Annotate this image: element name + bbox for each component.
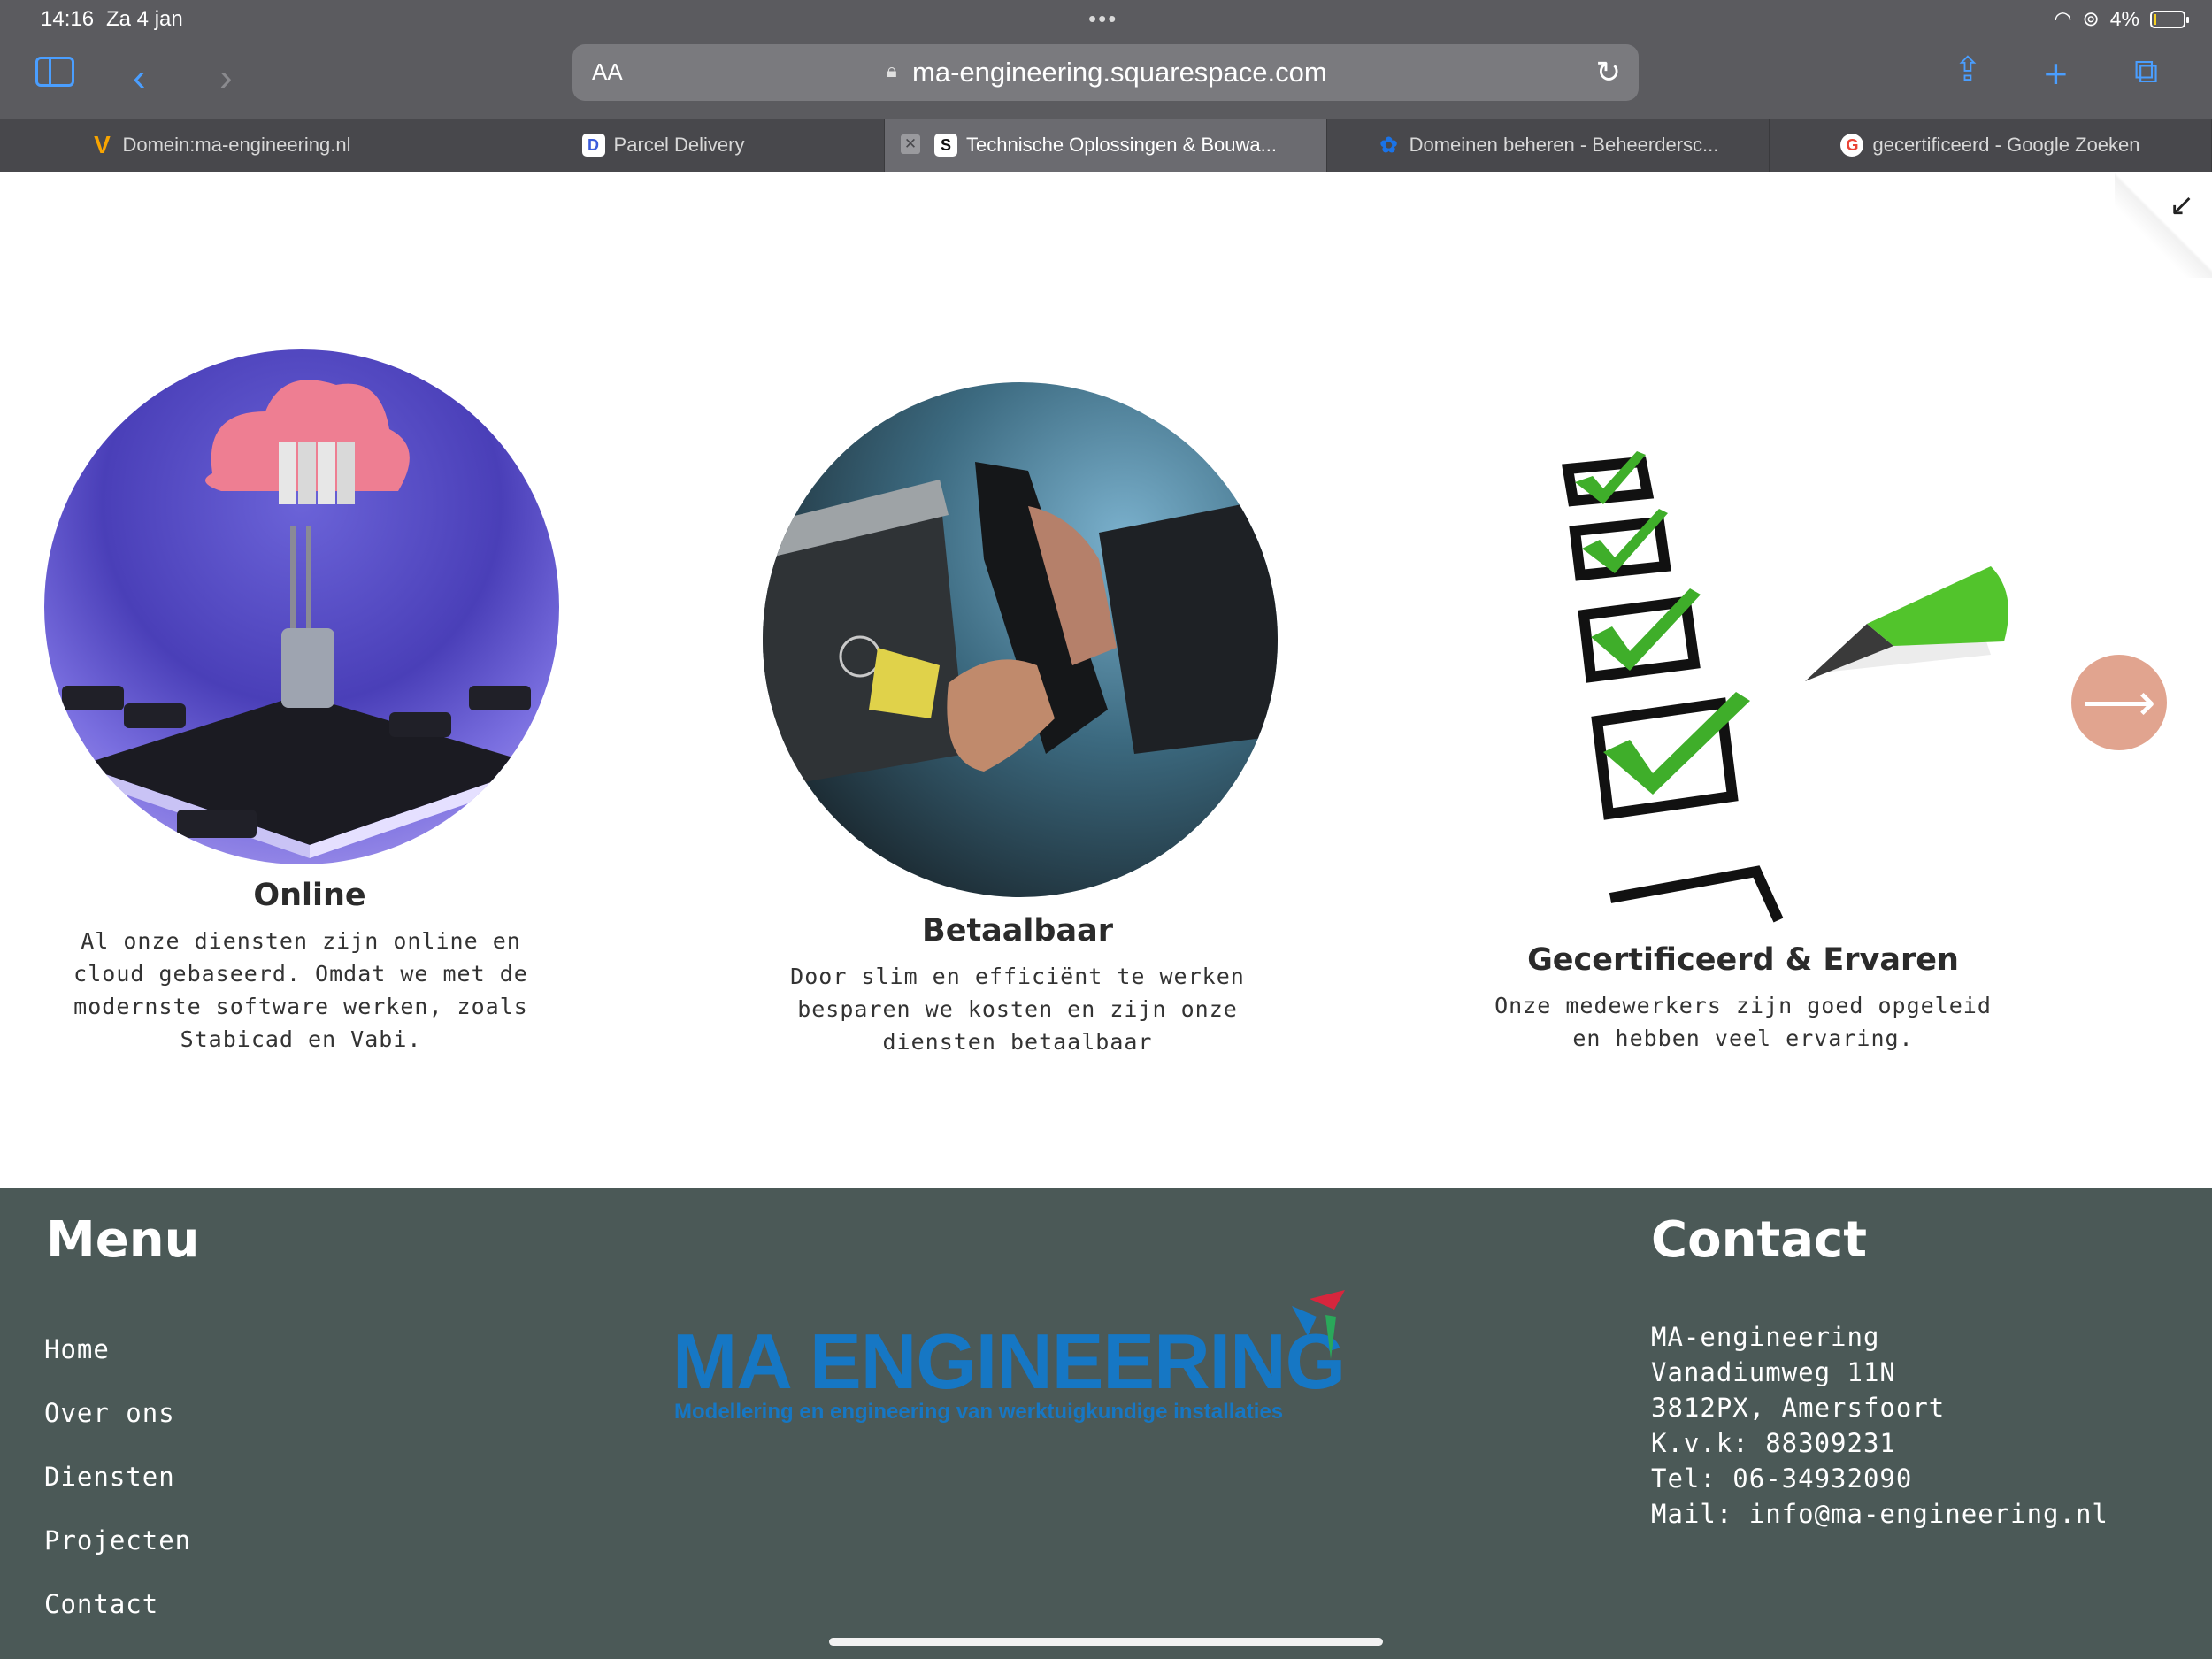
- address-bar[interactable]: AA 🔒︎ ma-engineering.squarespace.com ↻: [572, 44, 1639, 101]
- vimexx-icon: V: [94, 131, 111, 158]
- site-footer: Menu Home Over ons Diensten Projecten Co…: [0, 1188, 2212, 1659]
- wifi-icon: ◠: [2054, 7, 2072, 30]
- tab-title: Domeinen beheren - Beheerdersc...: [1409, 134, 1719, 156]
- feature-text: Al onze diensten zijn online en cloud ge…: [73, 928, 528, 1052]
- new-tab-icon[interactable]: +: [2044, 53, 2068, 94]
- footer-menu-diensten[interactable]: Diensten: [44, 1462, 191, 1525]
- feature-text: Door slim en efficiënt te werken bespare…: [790, 964, 1245, 1055]
- logo-wordmark: MA ENGINEERING: [672, 1317, 1346, 1405]
- share-icon[interactable]: ⇪: [1954, 53, 1982, 87]
- footer-menu-over-ons[interactable]: Over ons: [44, 1398, 191, 1462]
- battery-percentage: 4%: [2109, 7, 2139, 30]
- payment-terminal-illustration: [763, 462, 1278, 789]
- google-workspace-icon: ✿: [1379, 133, 1398, 157]
- tab-strip: V Domein:ma-engineering.nl D Parcel Deli…: [0, 119, 2212, 172]
- logo-leaf-icon: [1292, 1290, 1345, 1359]
- checklist-image: [1548, 425, 2044, 938]
- date: Za 4 jan: [106, 7, 183, 31]
- carousel-next-button[interactable]: ⟶: [2071, 655, 2167, 750]
- logo-tagline: Modellering en engineering van werktuigk…: [674, 1400, 1284, 1424]
- feature-text: Onze medewerkers zijn goed opgeleid en h…: [1494, 993, 1992, 1051]
- forward-icon[interactable]: ›: [219, 58, 233, 97]
- contact-street: Vanadiumweg 11N: [1651, 1357, 1896, 1387]
- tab-title: Domein:ma-engineering.nl: [122, 134, 351, 156]
- contact-city: 3812PX, Amersfoort: [1651, 1393, 1946, 1423]
- tab-google-zoeken[interactable]: G gecertificeerd - Google Zoeken: [1770, 119, 2212, 172]
- contact-details: MA-engineering Vanadiumweg 11N 3812PX, A…: [1651, 1319, 2108, 1532]
- tab-title: Technische Oplossingen & Bouwa...: [966, 134, 1277, 156]
- cloud-server-illustration: [62, 380, 540, 858]
- back-icon[interactable]: ‹: [133, 58, 146, 97]
- reload-icon[interactable]: ↻: [1596, 55, 1622, 90]
- multitasking-dots-icon[interactable]: •••: [1088, 5, 1118, 33]
- cloud-server-image: [44, 349, 559, 864]
- checklist-illustration: [1562, 451, 2008, 923]
- footer-menu-contact[interactable]: Contact: [44, 1589, 191, 1653]
- tab-domein[interactable]: V Domein:ma-engineering.nl: [0, 119, 442, 172]
- contactless-payment-image: [763, 382, 1278, 897]
- contact-kvk: K.v.k: 88309231: [1651, 1428, 1896, 1458]
- footer-menu: Home Over ons Diensten Projecten Contact: [44, 1334, 191, 1653]
- feature-betaalbaar: Betaalbaar Door slim en efficiënt te wer…: [708, 372, 1327, 1079]
- footer-menu-projecten[interactable]: Projecten: [44, 1525, 191, 1589]
- tab-title: Parcel Delivery: [613, 134, 745, 156]
- status-indicators: ◠ ⊚ 4%: [2054, 7, 2189, 31]
- feature-title: Betaalbaar: [922, 913, 1113, 949]
- lock-icon: 🔒︎: [887, 59, 897, 81]
- feature-gecertificeerd: Gecertificeerd & Ervaren Onze medewerker…: [1433, 407, 2053, 1079]
- footer-contact-heading: Contact: [1651, 1211, 1867, 1269]
- ma-engineering-logo[interactable]: MA ENGINEERING Modellering en engineerin…: [672, 1290, 1363, 1424]
- feature-online: Online Al onze diensten zijn online en c…: [0, 345, 619, 1071]
- sidebar-toggle-icon[interactable]: [35, 57, 74, 87]
- google-icon: G: [1840, 134, 1864, 157]
- browser-toolbar: ‹ › AA 🔒︎ ma-engineering.squarespace.com…: [0, 41, 2212, 119]
- tab-technische-oplossingen[interactable]: ✕ S Technische Oplossingen & Bouwa...: [885, 119, 1327, 172]
- reader-settings-button[interactable]: AA: [592, 58, 623, 86]
- battery-icon: [2150, 10, 2189, 28]
- status-bar: 14:16 Za 4 jan ••• ◠ ⊚ 4%: [0, 0, 2212, 41]
- clock: 14:16: [41, 7, 95, 31]
- arrow-right-icon: ⟶: [2082, 674, 2156, 732]
- feature-title: Online: [253, 878, 366, 913]
- home-indicator[interactable]: [829, 1638, 1383, 1646]
- feature-title: Gecertificeerd & Ervaren: [1527, 942, 1959, 978]
- tab-overview-icon[interactable]: ⧉: [2134, 55, 2158, 88]
- contact-email[interactable]: Mail: info@ma-engineering.nl: [1651, 1496, 2108, 1532]
- footer-menu-heading: Menu: [46, 1211, 200, 1269]
- contact-company: MA-engineering: [1651, 1322, 1880, 1352]
- page-corner-fold: [2115, 172, 2212, 278]
- footer-menu-home[interactable]: Home: [44, 1334, 191, 1398]
- url-text[interactable]: ma-engineering.squarespace.com: [912, 57, 1327, 88]
- tab-title: gecertificeerd - Google Zoeken: [1872, 134, 2140, 156]
- collapse-arrow-icon[interactable]: ↙: [2170, 188, 2195, 223]
- squarespace-icon: S: [934, 134, 957, 157]
- tab-parcel-delivery[interactable]: D Parcel Delivery: [442, 119, 885, 172]
- parcel-delivery-icon: D: [581, 134, 605, 157]
- orientation-lock-icon: ⊚: [2082, 7, 2100, 30]
- tab-domeinen-beheren[interactable]: ✿ Domeinen beheren - Beheerdersc...: [1327, 119, 1770, 172]
- close-tab-icon[interactable]: ✕: [901, 134, 920, 154]
- contact-phone[interactable]: Tel: 06-34932090: [1651, 1461, 2108, 1496]
